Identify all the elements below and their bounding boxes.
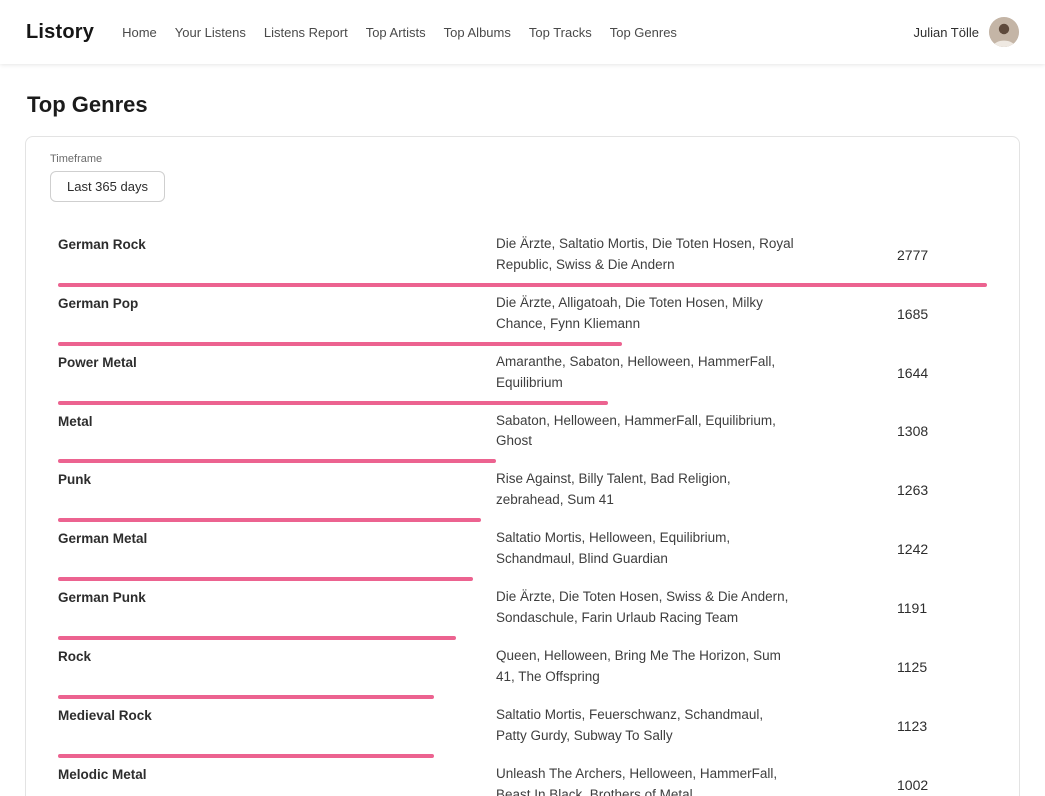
genre-name: Melodic Metal — [58, 764, 484, 782]
genre-row: Metal Sabaton, Helloween, HammerFall, Equ… — [58, 405, 987, 464]
genre-row: German Rock Die Ärzte, Saltatio Mortis, D… — [58, 228, 987, 287]
genre-top-artists: Amaranthe, Sabaton, Helloween, HammerFal… — [496, 352, 796, 394]
genre-listen-count: 1308 — [897, 423, 987, 439]
top-genres-card: Timeframe Last 365 days German Rock Die Ä… — [25, 136, 1020, 796]
genre-name: Rock — [58, 646, 484, 664]
genre-listen-count: 1644 — [897, 365, 987, 381]
genre-listen-count: 1125 — [897, 659, 987, 675]
user-menu[interactable]: Julian Tölle — [913, 17, 1019, 47]
timeframe-control: Timeframe Last 365 days — [50, 153, 1003, 202]
genre-top-artists: Sabaton, Helloween, HammerFall, Equilibr… — [496, 411, 796, 453]
genre-name: German Pop — [58, 293, 484, 311]
top-navigation-bar: Listory Home Your Listens Listens Report… — [0, 0, 1045, 64]
user-photo-icon — [989, 17, 1019, 47]
timeframe-label: Timeframe — [50, 153, 1003, 165]
genre-row: German Punk Die Ärzte, Die Toten Hosen, S… — [58, 581, 987, 640]
genre-listen-count: 1685 — [897, 306, 987, 322]
genre-row: Power Metal Amaranthe, Sabaton, Helloween… — [58, 346, 987, 405]
app-logo[interactable]: Listory — [26, 21, 94, 44]
timeframe-select[interactable]: Last 365 days — [50, 171, 165, 202]
genre-row: German Pop Die Ärzte, Alligatoah, Die Tot… — [58, 287, 987, 346]
genre-top-artists: Die Ärzte, Die Toten Hosen, Swiss & Die … — [496, 587, 796, 629]
genre-row: Melodic Metal Unleash The Archers, Hellow… — [58, 758, 987, 796]
nav-item-your-listens[interactable]: Your Listens — [175, 25, 246, 40]
genre-listen-count: 1263 — [897, 482, 987, 498]
genre-top-artists: Unleash The Archers, Helloween, HammerFa… — [496, 764, 796, 796]
genre-name: Punk — [58, 469, 484, 487]
main-nav: Home Your Listens Listens Report Top Art… — [122, 25, 677, 40]
genre-name: Metal — [58, 411, 484, 429]
genre-listen-count: 1002 — [897, 777, 987, 793]
genre-row: Punk Rise Against, Billy Talent, Bad Reli… — [58, 463, 987, 522]
genre-row: German Metal Saltatio Mortis, Helloween, … — [58, 522, 987, 581]
genre-row: Medieval Rock Saltatio Mortis, Feuerschwa… — [58, 699, 987, 758]
nav-item-top-artists[interactable]: Top Artists — [366, 25, 426, 40]
genre-top-artists: Saltatio Mortis, Helloween, Equilibrium,… — [496, 528, 796, 570]
genre-top-artists: Die Ärzte, Alligatoah, Die Toten Hosen, … — [496, 293, 796, 335]
user-avatar[interactable] — [989, 17, 1019, 47]
genre-name: German Punk — [58, 587, 484, 605]
genre-top-artists: Queen, Helloween, Bring Me The Horizon, … — [496, 646, 796, 688]
genre-listen-count: 2777 — [897, 247, 987, 263]
page-title: Top Genres — [27, 92, 1018, 118]
nav-item-top-genres[interactable]: Top Genres — [610, 25, 677, 40]
genres-table: German Rock Die Ärzte, Saltatio Mortis, D… — [42, 228, 1003, 796]
genre-top-artists: Rise Against, Billy Talent, Bad Religion… — [496, 469, 796, 511]
nav-item-home[interactable]: Home — [122, 25, 157, 40]
genre-row: Rock Queen, Helloween, Bring Me The Horiz… — [58, 640, 987, 699]
genre-listen-count: 1123 — [897, 718, 987, 734]
nav-item-top-tracks[interactable]: Top Tracks — [529, 25, 592, 40]
user-name: Julian Tölle — [913, 25, 979, 40]
page-content: Top Genres Timeframe Last 365 days Germa… — [0, 92, 1045, 796]
genre-name: Medieval Rock — [58, 705, 484, 723]
genre-top-artists: Die Ärzte, Saltatio Mortis, Die Toten Ho… — [496, 234, 796, 276]
genre-listen-count: 1191 — [897, 600, 987, 616]
nav-item-listens-report[interactable]: Listens Report — [264, 25, 348, 40]
genre-listen-count: 1242 — [897, 541, 987, 557]
genre-name: Power Metal — [58, 352, 484, 370]
nav-item-top-albums[interactable]: Top Albums — [444, 25, 511, 40]
genre-name: German Rock — [58, 234, 484, 252]
genre-top-artists: Saltatio Mortis, Feuerschwanz, Schandmau… — [496, 705, 796, 747]
genre-name: German Metal — [58, 528, 484, 546]
